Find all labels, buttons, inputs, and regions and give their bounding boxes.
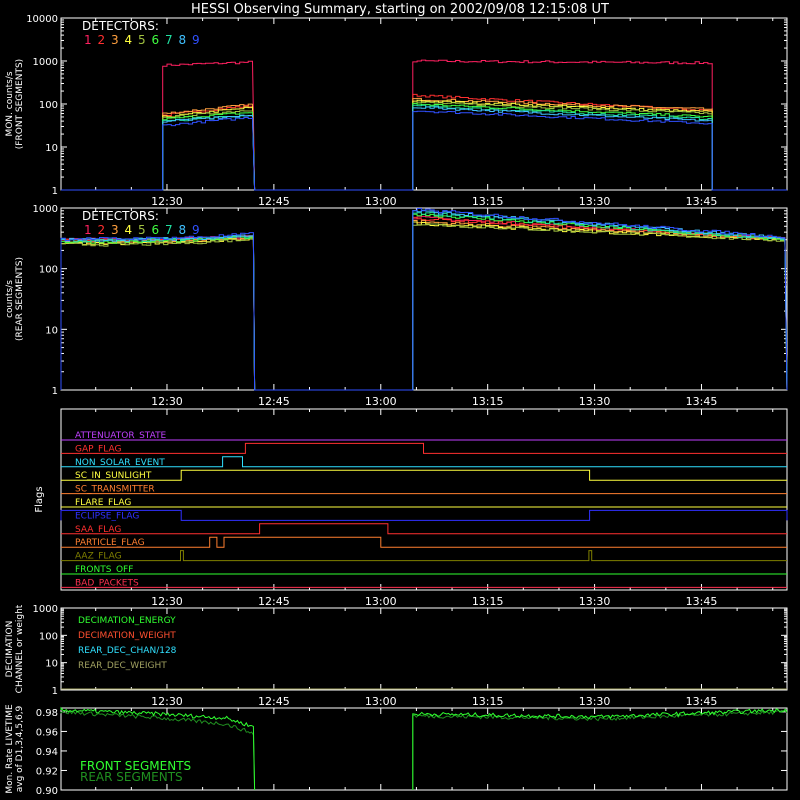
detector-8-legend: 8 xyxy=(179,223,187,237)
y-tick-label: 1000 xyxy=(33,604,58,615)
detector-5-legend: 5 xyxy=(138,223,146,237)
x-tick-label: 12:30 xyxy=(151,595,183,608)
x-tick-label: 13:00 xyxy=(365,595,397,608)
x-tick-label: 13:45 xyxy=(686,195,718,208)
detector-9-legend: 9 xyxy=(192,33,200,47)
x-tick-label: 13:00 xyxy=(365,195,397,208)
x-tick-label: 13:00 xyxy=(365,695,397,708)
y-tick-label: 0.94 xyxy=(36,747,58,758)
detector-3-legend: 3 xyxy=(111,33,119,47)
y-tick-label: 0.96 xyxy=(36,727,58,738)
y-tick-label: 10 xyxy=(45,659,58,670)
detector-2-legend: 2 xyxy=(98,223,106,237)
y-axis-label: (REAR SEGMENTS) xyxy=(15,257,25,341)
x-tick-label: 12:30 xyxy=(151,395,183,408)
y-tick-label: 1 xyxy=(52,686,58,697)
observing-summary-figure: HESSI Observing Summary, starting on 200… xyxy=(0,0,800,800)
decimation-legend-item: DECIMATION_ENERGY xyxy=(78,616,176,626)
x-tick-label: 13:45 xyxy=(686,395,718,408)
x-tick-label: 13:15 xyxy=(472,195,504,208)
decimation-legend-item: REAR_DEC_WEIGHT xyxy=(78,661,167,671)
detector-5-legend: 5 xyxy=(138,33,146,47)
decimation-legend-item: DECIMATION_WEIGHT xyxy=(78,631,176,641)
x-tick-label: 12:30 xyxy=(151,695,183,708)
x-tick-label: 13:30 xyxy=(579,595,611,608)
y-tick-label: 0.92 xyxy=(36,766,58,777)
detector-2-legend: 2 xyxy=(98,33,106,47)
x-tick-label: 13:45 xyxy=(686,695,718,708)
detector-7-legend: 7 xyxy=(165,33,173,47)
y-axis-label: DECIMATION xyxy=(5,621,15,678)
y-axis-label: MON. counts/s xyxy=(5,71,15,136)
detector-8-legend: 8 xyxy=(179,33,187,47)
x-tick-label: 13:15 xyxy=(472,395,504,408)
detector-3-legend: 3 xyxy=(111,223,119,237)
figure-background xyxy=(0,0,800,800)
y-axis-label: counts/s xyxy=(5,280,15,318)
y-axis-label: avg of D1,3,4,5,6,9 xyxy=(15,705,25,792)
detector-9-legend: 9 xyxy=(192,223,200,237)
x-tick-label: 12:45 xyxy=(258,395,290,408)
y-tick-label: 0.98 xyxy=(36,708,58,719)
y-tick-label: 1000 xyxy=(33,57,58,68)
y-tick-label: 0.90 xyxy=(36,786,58,797)
y-tick-label: 10 xyxy=(45,143,58,154)
detectors-legend-title: DETECTORS: xyxy=(82,19,159,33)
x-tick-label: 12:45 xyxy=(258,595,290,608)
y-axis-label: Mon. Rate LIVETIME xyxy=(5,704,15,794)
flag-label-eclipse-flag: ECLIPSE_FLAG xyxy=(75,511,139,521)
detector-6-legend: 6 xyxy=(152,33,160,47)
y-tick-label: 10000 xyxy=(26,14,58,25)
y-tick-label: 100 xyxy=(39,265,58,276)
y-tick-label: 1 xyxy=(52,386,58,397)
x-tick-label: 13:30 xyxy=(579,195,611,208)
detector-4-legend: 4 xyxy=(125,223,133,237)
x-tick-label: 12:45 xyxy=(258,195,290,208)
x-tick-label: 13:15 xyxy=(472,695,504,708)
y-tick-label: 100 xyxy=(39,100,58,111)
y-tick-label: 1000 xyxy=(33,204,58,215)
x-tick-label: 13:30 xyxy=(579,395,611,408)
detector-7-legend: 7 xyxy=(165,223,173,237)
y-tick-label: 1 xyxy=(52,186,58,197)
x-tick-label: 13:00 xyxy=(365,395,397,408)
y-tick-label: 100 xyxy=(39,631,58,642)
detector-1-legend: 1 xyxy=(84,223,92,237)
x-tick-label: 13:45 xyxy=(686,595,718,608)
figure-title: HESSI Observing Summary, starting on 200… xyxy=(191,2,609,17)
x-tick-label: 13:15 xyxy=(472,595,504,608)
x-tick-label: 12:45 xyxy=(258,695,290,708)
y-tick-label: 10 xyxy=(45,325,58,336)
detectors-legend-title: DETECTORS: xyxy=(82,209,159,223)
x-tick-label: 13:30 xyxy=(579,695,611,708)
detector-1-legend: 1 xyxy=(84,33,92,47)
detector-4-legend: 4 xyxy=(125,33,133,47)
livetime-legend-item: REAR SEGMENTS xyxy=(80,770,183,784)
y-axis-label: (FRONT SEGMENTS) xyxy=(15,59,25,149)
x-tick-label: 12:30 xyxy=(151,195,183,208)
y-axis-label: CHANNEL or weight xyxy=(15,604,25,693)
decimation-legend-item: REAR_DEC_CHAN/128 xyxy=(78,646,177,656)
flags-y-label: Flags xyxy=(34,486,45,512)
detector-6-legend: 6 xyxy=(152,223,160,237)
